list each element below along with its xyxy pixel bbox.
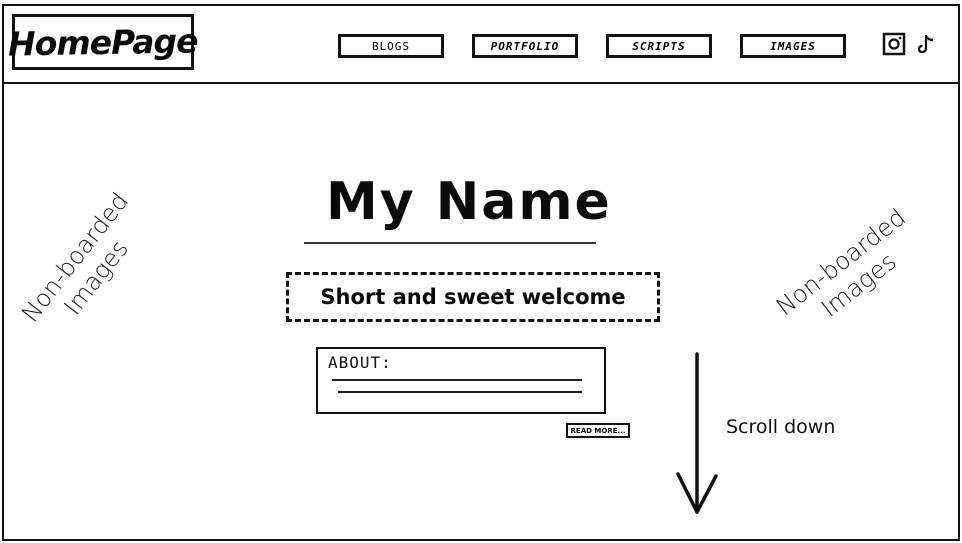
- page-title: My Name: [326, 172, 612, 232]
- scroll-down-hint: Scroll down: [726, 416, 836, 438]
- about-text-line: [338, 391, 582, 393]
- welcome-banner: Short and sweet welcome: [286, 272, 660, 322]
- main-nav: BLOGS PORTFOLIO SCRIPTS IMAGES: [338, 34, 846, 58]
- tiktok-icon[interactable]: [914, 32, 938, 56]
- instagram-icon[interactable]: [882, 32, 906, 56]
- nav-portfolio-button[interactable]: PORTFOLIO: [472, 34, 578, 58]
- about-section: ABOUT:: [316, 347, 606, 414]
- homepage-wireframe: HomePage BLOGS PORTFOLIO SCRIPTS IMAGES: [0, 0, 962, 543]
- nav-scripts-button[interactable]: SCRIPTS: [606, 34, 712, 58]
- nav-images-button[interactable]: IMAGES: [740, 34, 846, 58]
- arrow-down-icon: [676, 352, 718, 514]
- about-text-line: [332, 379, 582, 381]
- logo-link[interactable]: HomePage: [8, 14, 198, 70]
- welcome-text: Short and sweet welcome: [320, 285, 626, 309]
- title-underline: [304, 242, 596, 244]
- about-label: ABOUT:: [328, 353, 392, 372]
- read-more-button[interactable]: READ MORE...: [566, 423, 630, 438]
- logo-text: HomePage: [7, 20, 199, 64]
- site-header: HomePage BLOGS PORTFOLIO SCRIPTS IMAGES: [2, 4, 960, 84]
- social-links: [882, 32, 938, 56]
- nav-blogs-button[interactable]: BLOGS: [338, 34, 444, 58]
